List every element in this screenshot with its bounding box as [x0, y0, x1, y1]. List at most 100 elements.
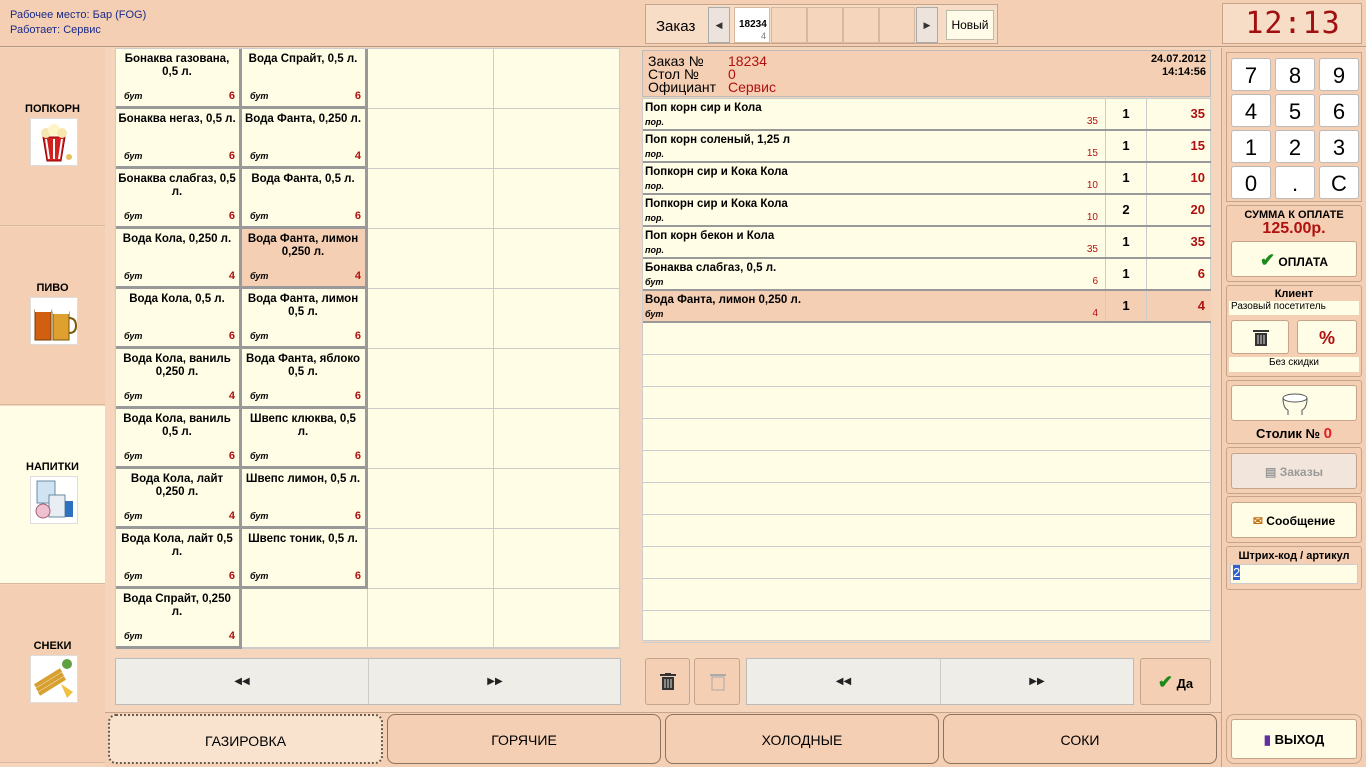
discount-button[interactable]: % [1297, 320, 1357, 354]
order-line-name: Попкорн сир и Кока Кола [645, 198, 788, 210]
prev-order-arrow-button[interactable]: ◀ [708, 7, 730, 43]
order-line-sum: 6 [1197, 266, 1205, 281]
category-label: ПИВО [36, 282, 69, 294]
category-popcorn[interactable]: ПОПКОРН [0, 48, 105, 226]
order-line-qty[interactable]: 1 [1105, 227, 1147, 257]
orders-label: Заказы [1279, 465, 1323, 479]
barcode-input[interactable]: 2 [1230, 564, 1358, 584]
keypad-key[interactable]: C [1319, 166, 1359, 199]
select-table-button[interactable] [1231, 385, 1357, 421]
keypad-key[interactable]: 4 [1231, 94, 1271, 127]
order-line-empty [643, 611, 1211, 643]
waiter-name: Сервис [728, 79, 776, 95]
order-lines-prev-page-button[interactable]: ◀◀ [747, 659, 941, 704]
order-line-qty[interactable]: 1 [1105, 99, 1147, 129]
barcode-panel: Штрих-код / артикул 2 [1226, 546, 1362, 590]
message-button[interactable]: ✉ Сообщение [1231, 502, 1357, 538]
new-order-button[interactable]: Новый [946, 10, 994, 40]
keypad-key[interactable]: 6 [1319, 94, 1359, 127]
product-tile[interactable]: Вода Кола, 0,250 л. бут 4 [116, 229, 242, 289]
product-tile[interactable]: Вода Кола, ваниль 0,250 л. бут 4 [116, 349, 242, 409]
category-snacks[interactable]: СНЕКИ [0, 585, 105, 763]
tab-juices[interactable]: СОКИ [943, 714, 1217, 764]
exit-button[interactable]: ▮ ВЫХОД [1231, 719, 1357, 759]
order-lines-next-page-button[interactable]: ▶▶ [941, 659, 1133, 704]
orders-button[interactable]: ▤ Заказы [1231, 453, 1357, 489]
order-line-qty[interactable]: 1 [1105, 259, 1147, 289]
product-tile[interactable]: Вода Фанта, яблоко 0,5 л. бут 6 [242, 349, 368, 409]
next-order-arrow-button[interactable]: ▶ [916, 7, 938, 43]
clear-client-button[interactable] [1231, 320, 1289, 354]
keypad-key[interactable]: 2 [1275, 130, 1315, 163]
product-tile[interactable]: Вода Кола, ваниль 0,5 л. бут 6 [116, 409, 242, 469]
product-tile[interactable]: Вода Кола, лайт 0,250 л. бут 4 [116, 469, 242, 529]
product-tile[interactable]: Вода Спрайт, 0,250 л. бут 4 [116, 589, 242, 649]
order-line-qty[interactable]: 1 [1105, 163, 1147, 193]
order-line[interactable]: Попкорн сир и Кока Кола пор. 10 1 10 [643, 163, 1211, 195]
order-slot-empty[interactable] [807, 7, 843, 43]
order-line-name: Вода Фанта, лимон 0,250 л. [645, 294, 802, 306]
product-tile-empty [494, 169, 620, 229]
table-icon [1282, 393, 1308, 415]
order-slot-empty[interactable] [879, 7, 915, 43]
order-line[interactable]: Бонаква слабгаз, 0,5 л. бут 6 1 6 [643, 259, 1211, 291]
product-tile[interactable]: Швепс тоник, 0,5 л. бут 6 [242, 529, 368, 589]
tab-soda[interactable]: ГАЗИРОВКА [108, 714, 383, 764]
void-line-button[interactable] [694, 658, 740, 705]
tab-cold[interactable]: ХОЛОДНЫЕ [665, 714, 939, 764]
payment-panel: СУММА К ОПЛАТЕ 125.00р. ✔ ОПЛАТА [1226, 205, 1362, 282]
category-beer[interactable]: ПИВО [0, 227, 105, 405]
order-line-name: Поп корн соленый, 1,25 л [645, 134, 791, 146]
order-slot-empty[interactable] [771, 7, 807, 43]
product-tile[interactable]: Швепс лимон, 0,5 л. бут 6 [242, 469, 368, 529]
tab-hot[interactable]: ГОРЯЧИЕ [387, 714, 661, 764]
order-line-name: Бонаква слабгаз, 0,5 л. [645, 262, 777, 274]
order-line-qty[interactable]: 1 [1105, 131, 1147, 161]
product-tile-empty [494, 229, 620, 289]
drinks-icon [30, 476, 78, 524]
products-next-page-button[interactable]: ▶▶ [369, 659, 621, 704]
clock: 12:13 [1245, 6, 1341, 41]
order-line[interactable]: Поп корн сир и Кола пор. 35 1 35 [643, 99, 1211, 131]
category-drinks[interactable]: НАПИТКИ [0, 406, 105, 584]
products-prev-page-button[interactable]: ◀◀ [116, 659, 369, 704]
order-line-qty[interactable]: 2 [1105, 195, 1147, 225]
keypad-key[interactable]: 5 [1275, 94, 1315, 127]
product-tile[interactable]: Вода Спрайт, 0,5 л. бут 6 [242, 49, 368, 109]
product-unit: бут [124, 511, 143, 521]
product-tile[interactable]: Вода Кола, лайт 0,5 л. бут 6 [116, 529, 242, 589]
product-tile[interactable]: Швепс клюква, 0,5 л. бут 6 [242, 409, 368, 469]
order-line[interactable]: Поп корн бекон и Кола пор. 35 1 35 [643, 227, 1211, 259]
order-line-sum: 15 [1190, 138, 1205, 153]
product-tile[interactable]: Вода Кола, 0,5 л. бут 6 [116, 289, 242, 349]
keypad-key[interactable]: 9 [1319, 58, 1359, 91]
top-bar: Рабочее место: Бар (FOG) Работает: Серви… [0, 0, 1366, 47]
order-slot-current[interactable]: 18234 4 [734, 7, 770, 43]
pay-button[interactable]: ✔ ОПЛАТА [1231, 241, 1357, 277]
confirm-button[interactable]: ✔ Да [1140, 658, 1211, 705]
waiter-label: Официант [648, 79, 716, 95]
keypad-key[interactable]: 0 [1231, 166, 1271, 199]
product-tile[interactable]: Бонаква газована, 0,5 л. бут 6 [116, 49, 242, 109]
order-line[interactable]: Попкорн сир и Кока Кола пор. 10 2 20 [643, 195, 1211, 227]
keypad-key[interactable]: 7 [1231, 58, 1271, 91]
keypad-key[interactable]: . [1275, 166, 1315, 199]
keypad-key[interactable]: 1 [1231, 130, 1271, 163]
product-tile[interactable]: Вода Фанта, лимон 0,5 л. бут 6 [242, 289, 368, 349]
order-line[interactable]: Вода Фанта, лимон 0,250 л. бут 4 1 4 [643, 291, 1211, 323]
product-tile[interactable]: Вода Фанта, 0,5 л. бут 6 [242, 169, 368, 229]
order-slot-empty[interactable] [843, 7, 879, 43]
product-tile-empty [368, 409, 494, 469]
product-tile[interactable]: Бонаква негаз, 0,5 л. бут 6 [116, 109, 242, 169]
product-tile-empty [494, 349, 620, 409]
product-tile[interactable]: Бонаква слабгаз, 0,5 л. бут 6 [116, 169, 242, 229]
order-line[interactable]: Поп корн соленый, 1,25 л пор. 15 1 15 [643, 131, 1211, 163]
keypad-key[interactable]: 3 [1319, 130, 1359, 163]
product-name: Вода Кола, 0,250 л. [122, 233, 232, 245]
keypad-key[interactable]: 8 [1275, 58, 1315, 91]
product-unit: бут [250, 571, 269, 581]
delete-line-button[interactable] [645, 658, 690, 705]
order-line-qty[interactable]: 1 [1105, 291, 1147, 321]
product-tile[interactable]: Вода Фанта, 0,250 л. бут 4 [242, 109, 368, 169]
product-tile[interactable]: Вода Фанта, лимон 0,250 л. бут 4 [242, 229, 368, 289]
